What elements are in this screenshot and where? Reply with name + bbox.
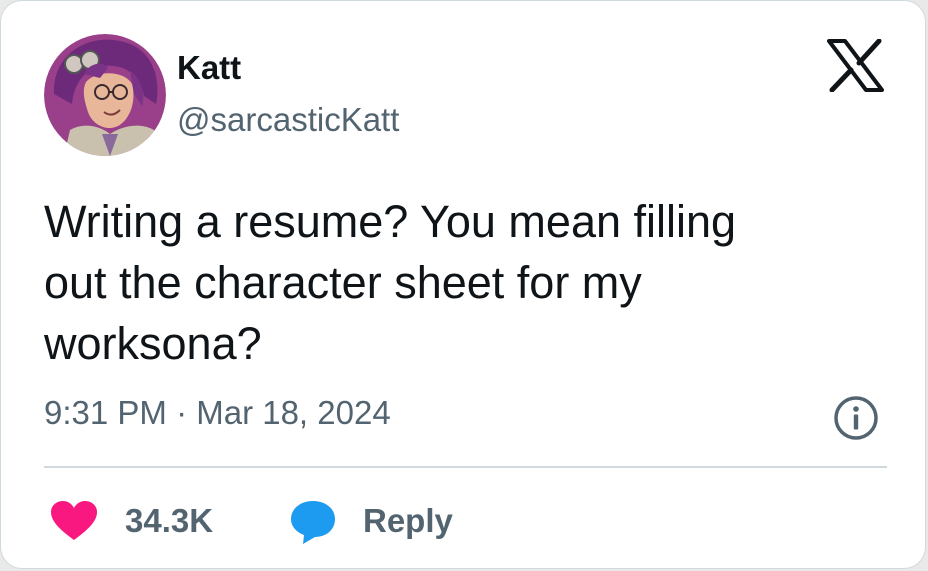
divider — [44, 466, 887, 468]
reply-button[interactable]: Reply — [363, 501, 453, 541]
x-logo-icon[interactable] — [827, 38, 884, 93]
author-handle[interactable]: @sarcasticKatt — [177, 100, 399, 140]
heart-icon[interactable] — [51, 501, 97, 541]
speech-bubble-icon[interactable] — [289, 499, 337, 545]
tweet-text-line: worksona? — [44, 318, 262, 369]
like-count: 34.3K — [125, 502, 214, 539]
tweet-text: Writing a resume? You mean filling out t… — [44, 191, 864, 374]
avatar-illustration — [44, 34, 166, 156]
info-icon[interactable] — [833, 395, 879, 441]
tweet-card: Katt @sarcasticKatt Writing a resume? Yo… — [0, 0, 926, 569]
avatar[interactable] — [44, 34, 166, 156]
tweet-text-line: Writing a resume? You mean filling — [44, 196, 737, 247]
tweet-timestamp[interactable]: 9:31 PM · Mar 18, 2024 — [44, 393, 391, 433]
author-name[interactable]: Katt — [177, 48, 241, 88]
tweet-text-line: out the character sheet for my — [44, 257, 642, 308]
